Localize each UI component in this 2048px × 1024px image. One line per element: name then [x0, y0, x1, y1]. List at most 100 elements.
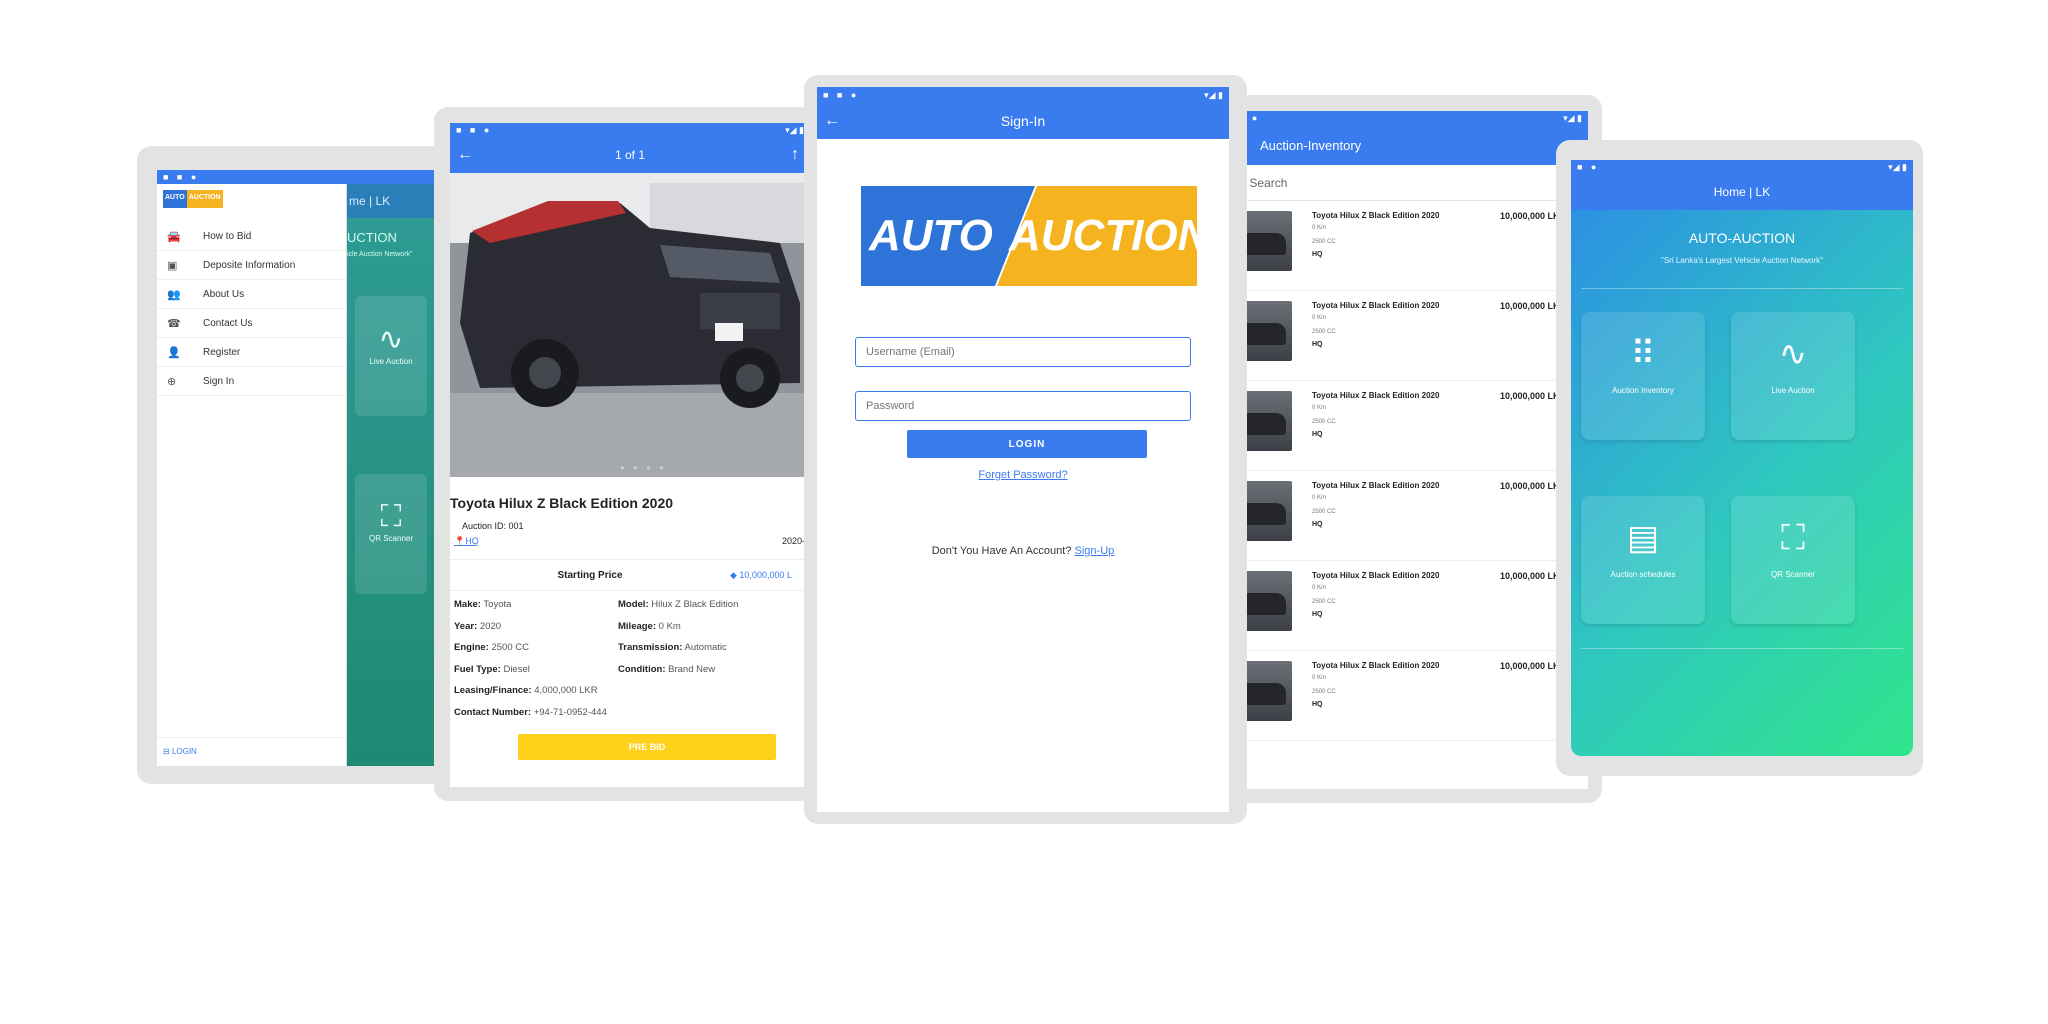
image-pager-dots: ● ● ● ● [620, 463, 667, 472]
behind-card-qr-scanner[interactable]: ⛶ QR Scanner [355, 474, 427, 594]
page-title: Home | LK [1713, 185, 1771, 199]
drawer-item-contact-us[interactable]: ☎ Contact Us [157, 309, 346, 338]
card-qr-scanner[interactable]: ⛶ QR Scanner [1731, 496, 1855, 624]
drawer-item-label: How to Bid [203, 230, 252, 242]
spec-transmission: Transmission: Automatic [618, 642, 727, 653]
divider [1581, 288, 1903, 289]
inventory-list-item[interactable]: Toyota Hilux Z Black Edition 2020 0 Km 250… [1232, 291, 1588, 381]
tablet-inventory-screen: ■ ●▾◢ ▮ Auction-Inventory ⌕ Search Toyot… [1200, 95, 1602, 803]
drawer-item-deposite-information[interactable]: ▣ Deposite Information [157, 251, 346, 280]
behind-card-label: QR Scanner [368, 534, 414, 543]
status-bar: ■ ■ ● ▾◢ ▮ [817, 87, 1229, 103]
vehicle-photo-illustration [450, 173, 810, 477]
forgot-password-link[interactable]: Forget Password? [817, 469, 1229, 481]
auto-auction-logo: AUTO AUCTION [861, 186, 1197, 286]
search-bar[interactable]: ⌕ Search [1232, 165, 1588, 201]
vehicle-photo[interactable]: ● ● ● ● [450, 173, 810, 477]
home-heading: AUTO-AUCTION [1688, 230, 1796, 246]
status-bar: ■ ● ▾◢ ▮ [1571, 160, 1913, 174]
item-name: Toyota Hilux Z Black Edition 2020 [1312, 301, 1440, 310]
drawer-item-label: Deposite Information [203, 259, 296, 271]
card-label: Live Auction [1771, 386, 1815, 395]
inventory-list-item[interactable]: Toyota Hilux Z Black Edition 2020 0 Km 250… [1232, 651, 1588, 741]
home-screen: ■ ● ▾◢ ▮ Home | LK AUTO-AUCTION "Sri Lank… [1571, 160, 1913, 756]
inventory-list-item[interactable]: Toyota Hilux Z Black Edition 2020 0 Km 250… [1232, 471, 1588, 561]
login-button[interactable]: LOGIN [907, 430, 1147, 458]
username-email-field[interactable] [855, 337, 1191, 367]
back-arrow-icon[interactable]: ← [817, 112, 847, 130]
item-mileage: 0 Km [1312, 405, 1327, 411]
app-logo: AUTO AUCTION [163, 190, 227, 208]
auction-inventory-screen: ■ ●▾◢ ▮ Auction-Inventory ⌕ Search Toyot… [1232, 111, 1588, 789]
svg-text:AUCTION: AUCTION [1008, 211, 1197, 260]
page-title: Auction-Inventory [1260, 137, 1362, 153]
spec-model: Model: Hilux Z Black Edition [618, 599, 739, 610]
spec-leasing-finance: Leasing/Finance: 4,000,000 LKR [454, 685, 598, 696]
password-field[interactable] [855, 391, 1191, 421]
pulse-icon: ∿ [1778, 335, 1808, 373]
drawer-item-label: Register [203, 346, 241, 358]
drawer-item-about-us[interactable]: 👥 About Us [157, 280, 346, 309]
status-bar: ■ ● ▾◢ ▮ [1232, 111, 1588, 125]
drawer-item-register[interactable]: 👤 Register [157, 338, 346, 367]
item-engine: 2500 CC [1312, 419, 1336, 425]
grid-icon: ⠿ [1630, 335, 1656, 373]
vehicle-title: Toyota Hilux Z Black Edition 2020 [450, 495, 674, 511]
car-icon: 🚘 [167, 230, 181, 243]
location-link[interactable]: 📍HQ [454, 536, 479, 547]
vehicle-detail-screen: ■ ■ ● ▾◢ ▮ ← 1 of 1 ↑ ● ● ● ● Toyota Hil… [450, 123, 810, 787]
inventory-list-item[interactable]: Toyota Hilux Z Black Edition 2020 0 Km 250… [1232, 561, 1588, 651]
item-mileage: 0 Km [1312, 675, 1327, 681]
item-mileage: 0 Km [1312, 315, 1327, 321]
drawer-menu: 🚘 How to Bid ▣ Deposite Information 👥 About… [157, 222, 346, 396]
drawer-login-button[interactable]: ⊟ LOGIN [163, 747, 197, 756]
item-mileage: 0 Km [1312, 225, 1327, 231]
tablet-home-screen: ■ ● ▾◢ ▮ Home | LK AUTO-AUCTION "Sri Lank… [1556, 140, 1923, 776]
login-icon: ⊟ [163, 747, 172, 756]
drawer-item-label: Sign In [203, 375, 235, 387]
tablet-detail-screen: ■ ■ ● ▾◢ ▮ ← 1 of 1 ↑ ● ● ● ● Toyota Hil… [434, 107, 814, 801]
home-app-bar: Home | LK [1571, 174, 1913, 210]
card-label: Auction Inventory [1612, 386, 1674, 395]
inventory-list-item[interactable]: Toyota Hilux Z Black Edition 2020 0 Km 250… [1232, 381, 1588, 471]
drawer-item-sign-in[interactable]: ⊕ Sign In [157, 367, 346, 396]
spec-year: Year: 2020 [454, 621, 502, 632]
card-auction-schedules[interactable]: ▤ Auction schedules [1581, 496, 1705, 624]
spec-contact-number: Contact Number: +94-71-0952-444 [454, 707, 607, 718]
spec-engine: Engine: 2500 CC [454, 642, 529, 653]
qr-scan-icon: ⛶ [1781, 519, 1805, 557]
item-engine: 2500 CC [1312, 689, 1336, 695]
card-live-auction[interactable]: ∿ Live Auction [1731, 312, 1855, 440]
starting-price-value: 10,000,000 L [739, 569, 792, 580]
item-mileage: 0 Km [1312, 585, 1327, 591]
spec-mileage: Mileage: 0 Km [618, 621, 681, 632]
drawer-item-label: About Us [203, 288, 245, 300]
starting-price-chip: ◆ 10,000,000 L [730, 570, 792, 581]
location-pin-icon: 📍 [454, 536, 466, 546]
item-name: Toyota Hilux Z Black Edition 2020 [1312, 481, 1440, 490]
tablet-signin-screen: ■ ■ ●▾◢ ▮ ← Sign-In AUTO AUCTION LOGIN F… [804, 75, 1247, 824]
starting-price-row: Starting Price ◆ 10,000,000 L [450, 559, 810, 591]
qr-scan-icon: ⛶ [380, 500, 402, 533]
svg-text:AUTO: AUTO [868, 211, 993, 260]
card-label: Auction schedules [1610, 570, 1676, 579]
behind-card-live-auction[interactable]: ∿ Live Auction [355, 296, 427, 416]
navigation-drawer: AUTO AUCTION 🚘 How to Bid ▣ Deposite Infor… [157, 184, 347, 766]
person-icon: 👤 [167, 346, 181, 359]
spec-make: Make: Toyota [454, 599, 512, 610]
drawer-item-how-to-bid[interactable]: 🚘 How to Bid [157, 222, 346, 251]
divider [1581, 648, 1903, 649]
drawer-login-label: LOGIN [171, 747, 197, 756]
item-location: HQ [1312, 701, 1323, 708]
logo-right-text: AUCTION [186, 190, 223, 208]
pre-bid-button[interactable]: PRE BID [518, 734, 776, 760]
signup-prompt-text: Don't You Have An Account? [931, 545, 1072, 557]
item-name: Toyota Hilux Z Black Edition 2020 [1312, 211, 1440, 220]
tag-icon: ◆ [730, 569, 740, 580]
signin-app-bar: ← Sign-In [817, 103, 1229, 139]
card-auction-inventory[interactable]: ⠿ Auction Inventory [1581, 312, 1705, 440]
signup-link[interactable]: Sign-Up [1075, 545, 1115, 557]
inventory-list-item[interactable]: Toyota Hilux Z Black Edition 2020 0 Km 250… [1232, 201, 1588, 291]
back-arrow-icon[interactable]: ← [450, 146, 480, 164]
spec-condition: Condition: Brand New [618, 664, 716, 675]
